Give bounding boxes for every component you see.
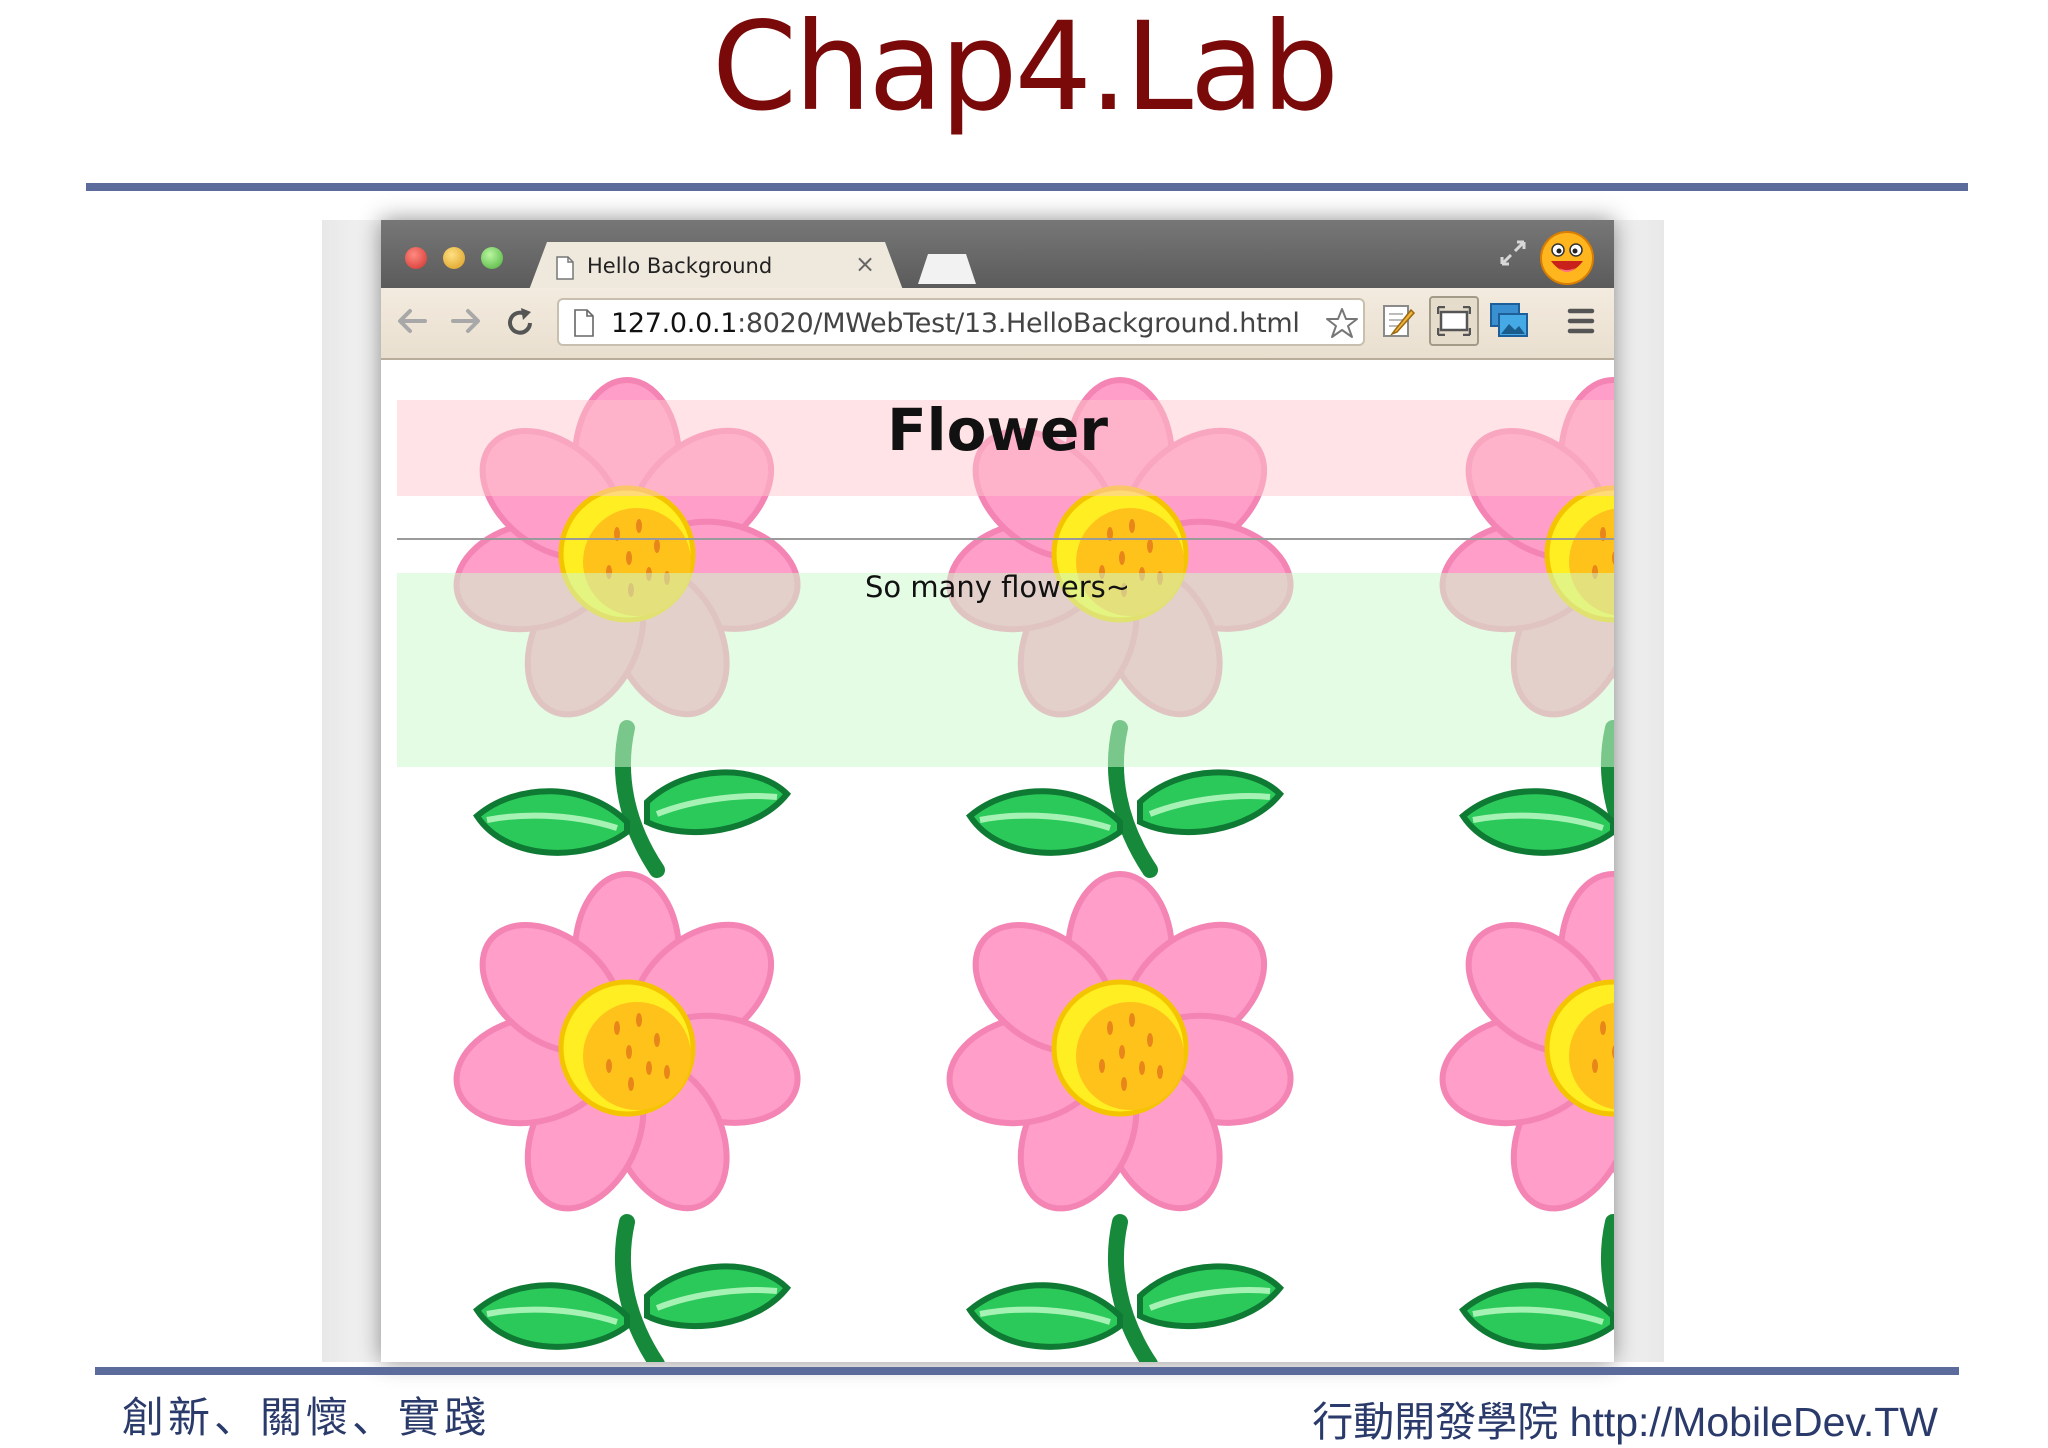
url-text: 127.0.0.1:8020/MWebTest/13.HelloBackgrou… — [611, 308, 1300, 339]
browser-tab-active[interactable]: Hello Background × — [529, 242, 903, 290]
browser-titlebar: Hello Background × — [381, 220, 1614, 290]
url-path: :8020/MWebTest/13.HelloBackground.html — [737, 308, 1300, 339]
browser-toolbar: 127.0.0.1:8020/MWebTest/13.HelloBackgrou… — [381, 288, 1614, 360]
browser-window: Hello Background × 127.0.0.1:8020/MWebTe… — [381, 220, 1614, 1362]
screen-capture-button[interactable] — [1429, 296, 1479, 346]
avatar-icon[interactable] — [1539, 230, 1595, 286]
close-window-button[interactable] — [405, 247, 427, 269]
footer-credit: 行動開發學院 http://MobileDev.TW — [1312, 1399, 1938, 1445]
document-icon — [556, 256, 574, 280]
back-arrow-icon[interactable] — [395, 306, 429, 336]
zoom-window-button[interactable] — [481, 247, 503, 269]
menu-icon[interactable] — [1567, 306, 1595, 336]
page-content: Flower So many flowers~ — [381, 360, 1614, 1362]
minimize-window-button[interactable] — [443, 247, 465, 269]
flower-background-pattern — [381, 360, 1614, 1362]
url-host: 127.0.0.1 — [611, 308, 738, 339]
page-icon — [574, 309, 594, 337]
star-icon[interactable] — [1325, 307, 1359, 339]
reload-icon[interactable] — [503, 306, 537, 340]
picture-icon[interactable] — [1489, 300, 1529, 340]
tab-title: Hello Background — [587, 254, 773, 278]
page-paragraph: So many flowers~ — [864, 570, 1131, 604]
page-heading: Flower — [887, 396, 1108, 464]
new-tab-button[interactable] — [918, 254, 976, 284]
top-divider — [86, 183, 1968, 191]
slide-title: Chap4.Lab — [711, 0, 1339, 138]
forward-arrow-icon[interactable] — [449, 306, 483, 336]
horizontal-rule — [397, 538, 1614, 540]
address-bar[interactable]: 127.0.0.1:8020/MWebTest/13.HelloBackgrou… — [557, 298, 1365, 346]
screen-capture-icon — [1437, 306, 1471, 336]
footer-motto: 創新、關懷、實踐 — [122, 1393, 491, 1442]
fullscreen-icon[interactable] — [1498, 238, 1528, 268]
tab-close-button[interactable]: × — [855, 250, 875, 278]
note-edit-icon[interactable] — [1381, 302, 1417, 340]
bottom-divider — [95, 1367, 1959, 1375]
